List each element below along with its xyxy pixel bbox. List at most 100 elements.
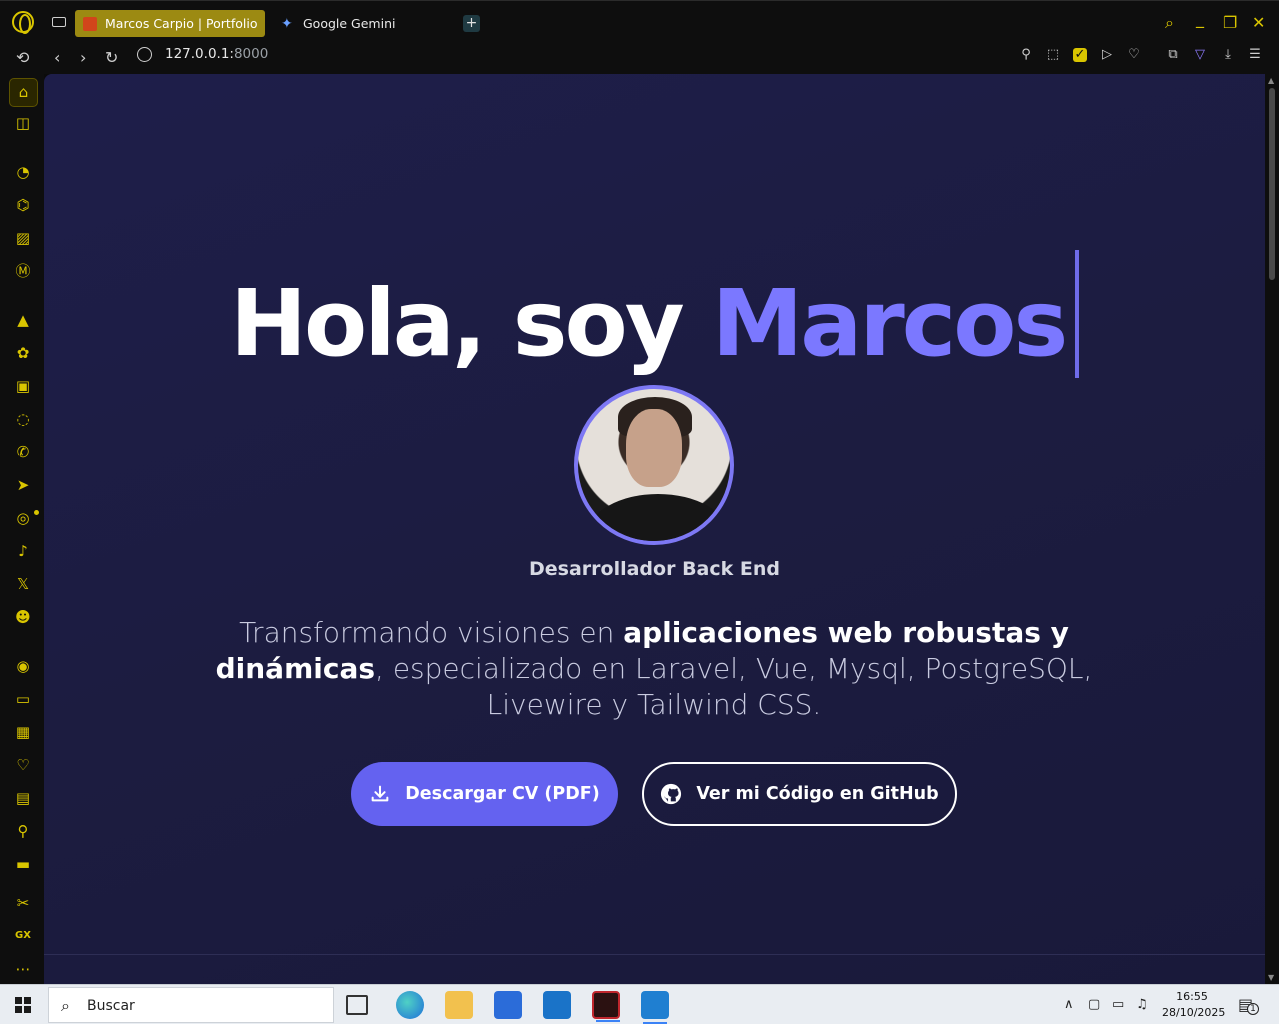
profile-photo bbox=[574, 385, 734, 545]
news-icon[interactable]: ▤ bbox=[12, 787, 34, 809]
pinboard-icon[interactable]: ⚲ bbox=[12, 820, 34, 842]
wallet-icon[interactable]: ▭ bbox=[12, 688, 34, 710]
settings-icon[interactable]: ✂ bbox=[12, 892, 34, 914]
gaming-icon[interactable]: ◫ bbox=[12, 112, 34, 134]
download-cv-button[interactable]: Descargar CV (PDF) bbox=[351, 762, 618, 826]
screen: Marcos Carpio | Portfolio ✦ Google Gemin… bbox=[0, 0, 1279, 1024]
site-info-icon[interactable] bbox=[137, 47, 152, 62]
aria-icon[interactable]: ▲ bbox=[12, 309, 34, 331]
instagram-icon[interactable]: ◎ bbox=[12, 507, 34, 529]
pin-icon[interactable]: ⚲ bbox=[1019, 48, 1033, 62]
hero-name: Marcos bbox=[711, 270, 1069, 377]
close-icon[interactable]: ✕ bbox=[1252, 13, 1265, 32]
outlook-icon[interactable] bbox=[543, 991, 571, 1019]
hero-title: Hola, soy Marcos bbox=[230, 270, 1069, 377]
role-subtitle: Desarrollador Back End bbox=[529, 558, 780, 580]
scroll-up-icon[interactable]: ▲ bbox=[1268, 76, 1274, 85]
github-label: Ver mi Código en GitHub bbox=[696, 784, 939, 804]
tab-title: Google Gemini bbox=[303, 16, 396, 31]
tab-portfolio[interactable]: Marcos Carpio | Portfolio bbox=[75, 10, 265, 37]
back-button[interactable]: ‹ bbox=[54, 48, 60, 67]
cleaner-icon[interactable]: ⌬ bbox=[12, 194, 34, 216]
scroll-thumb[interactable] bbox=[1269, 88, 1275, 280]
download-icon[interactable]: ⤓ bbox=[1221, 48, 1235, 62]
easy-setup-icon[interactable]: ☰ bbox=[1248, 48, 1262, 62]
portfolio-favicon-icon bbox=[83, 16, 97, 31]
tab-gemini[interactable]: ✦ Google Gemini bbox=[273, 10, 453, 37]
tab-islands-icon[interactable] bbox=[52, 17, 66, 27]
url-field[interactable]: 127.0.0.1:8000 bbox=[165, 46, 268, 62]
chatgpt-icon[interactable]: ✿ bbox=[12, 342, 34, 364]
meet-icon[interactable]: ▢ bbox=[1088, 997, 1100, 1012]
hero-greeting: Hola, soy bbox=[230, 270, 685, 377]
github-icon bbox=[661, 783, 682, 805]
search-icon: ⌕ bbox=[61, 996, 70, 1015]
heart-icon[interactable]: ♡ bbox=[1127, 48, 1141, 62]
search-placeholder: Buscar bbox=[87, 998, 135, 1014]
discord-icon[interactable]: ☻ bbox=[12, 606, 34, 628]
section-divider bbox=[44, 954, 1265, 955]
task-view-icon[interactable] bbox=[346, 995, 368, 1015]
messenger-icon[interactable]: ◌ bbox=[12, 408, 34, 430]
sync-icon[interactable]: ⟲ bbox=[16, 48, 29, 67]
tab-bar: Marcos Carpio | Portfolio ✦ Google Gemin… bbox=[0, 0, 1279, 44]
windows-taskbar: ⌕ Buscar ∧ ▢ ▭ ♫ 16:55 28/10/2025 ▤ 1 bbox=[0, 984, 1279, 1024]
home-icon[interactable]: ⌂ bbox=[9, 78, 38, 107]
notification-center-icon[interactable]: ▤ 1 bbox=[1238, 995, 1259, 1015]
tray-chevron-icon[interactable]: ∧ bbox=[1064, 997, 1074, 1012]
adblock-shield-icon[interactable]: ✓ bbox=[1073, 48, 1087, 62]
favorites-icon[interactable]: ♡ bbox=[12, 754, 34, 776]
page-scrollbar[interactable]: ▲ ▼ bbox=[1265, 74, 1279, 984]
typing-caret bbox=[1075, 250, 1079, 378]
clock[interactable]: 16:55 28/10/2025 bbox=[1162, 989, 1226, 1021]
clock-date: 28/10/2025 bbox=[1162, 1006, 1226, 1019]
file-explorer-icon[interactable] bbox=[445, 991, 473, 1019]
edge-icon[interactable] bbox=[396, 991, 424, 1019]
music-player-icon[interactable]: ◉ bbox=[12, 655, 34, 677]
tiktok-icon[interactable]: ♪ bbox=[12, 540, 34, 562]
minimize-icon[interactable]: _ bbox=[1196, 9, 1204, 28]
limiter-icon[interactable]: ▨ bbox=[12, 227, 34, 249]
gx-corner-icon[interactable]: GX bbox=[12, 925, 34, 947]
snapshot-icon[interactable]: ⬚ bbox=[1046, 48, 1060, 62]
gemini-sparkle-icon: ✦ bbox=[281, 15, 293, 32]
notification-count: 1 bbox=[1247, 1003, 1259, 1015]
opera-gx-taskbar-icon[interactable] bbox=[592, 991, 620, 1022]
vscode-icon[interactable] bbox=[641, 991, 669, 1024]
store-icon[interactable] bbox=[494, 991, 522, 1019]
taskbar-search[interactable]: ⌕ Buscar bbox=[48, 987, 334, 1023]
tab-title: Marcos Carpio | Portfolio bbox=[105, 16, 258, 31]
sidebar: ⌂ ◫ ◔ ⌬ ▨ Ⓜ ▲ ✿ ▣ ◌ ✆ ➤ ◎ ♪ 𝕏 ☻ ◉ ▭ ▦ ♡ … bbox=[0, 74, 44, 984]
windows-start-icon[interactable] bbox=[15, 997, 31, 1013]
portfolio-page: Hola, soy Marcos Desarrollador Back End T… bbox=[44, 74, 1265, 984]
github-button[interactable]: Ver mi Código en GitHub bbox=[642, 762, 957, 826]
restore-icon[interactable]: ❐ bbox=[1223, 13, 1237, 32]
volume-icon[interactable]: ♫ bbox=[1136, 997, 1148, 1012]
twitch-icon[interactable]: ▣ bbox=[12, 375, 34, 397]
clock-time: 16:55 bbox=[1176, 990, 1208, 1003]
download-cv-label: Descargar CV (PDF) bbox=[405, 784, 600, 804]
speed-dial-icon[interactable]: ◔ bbox=[12, 161, 34, 183]
forward-button[interactable]: › bbox=[80, 48, 86, 67]
hero-description: Transformando visiones en aplicaciones w… bbox=[215, 616, 1093, 721]
ram-limiter-icon[interactable]: ▬ bbox=[12, 853, 34, 875]
search-tabs-icon[interactable]: ⌕ bbox=[1165, 13, 1174, 33]
network-icon[interactable]: ▭ bbox=[1112, 997, 1124, 1012]
workspaces-icon[interactable]: ▦ bbox=[12, 721, 34, 743]
url-port: 8000 bbox=[233, 46, 269, 62]
mods-icon[interactable]: Ⓜ bbox=[12, 260, 34, 282]
opera-menu-icon[interactable] bbox=[12, 11, 34, 34]
whatsapp-icon[interactable]: ✆ bbox=[12, 441, 34, 463]
x-icon[interactable]: 𝕏 bbox=[12, 573, 34, 595]
send-icon[interactable]: ▷ bbox=[1100, 48, 1114, 62]
extensions-icon[interactable]: ⧉ bbox=[1166, 48, 1180, 62]
reload-button[interactable]: ↻ bbox=[105, 48, 118, 67]
url-host: 127.0.0.1: bbox=[165, 46, 234, 62]
new-tab-button[interactable]: + bbox=[463, 15, 480, 32]
notification-dot bbox=[34, 510, 39, 515]
more-icon[interactable]: ⋯ bbox=[12, 958, 34, 980]
download-icon bbox=[371, 785, 389, 802]
vpn-icon[interactable]: ▽ bbox=[1193, 48, 1207, 62]
scroll-down-icon[interactable]: ▼ bbox=[1268, 973, 1274, 982]
telegram-icon[interactable]: ➤ bbox=[12, 474, 34, 496]
